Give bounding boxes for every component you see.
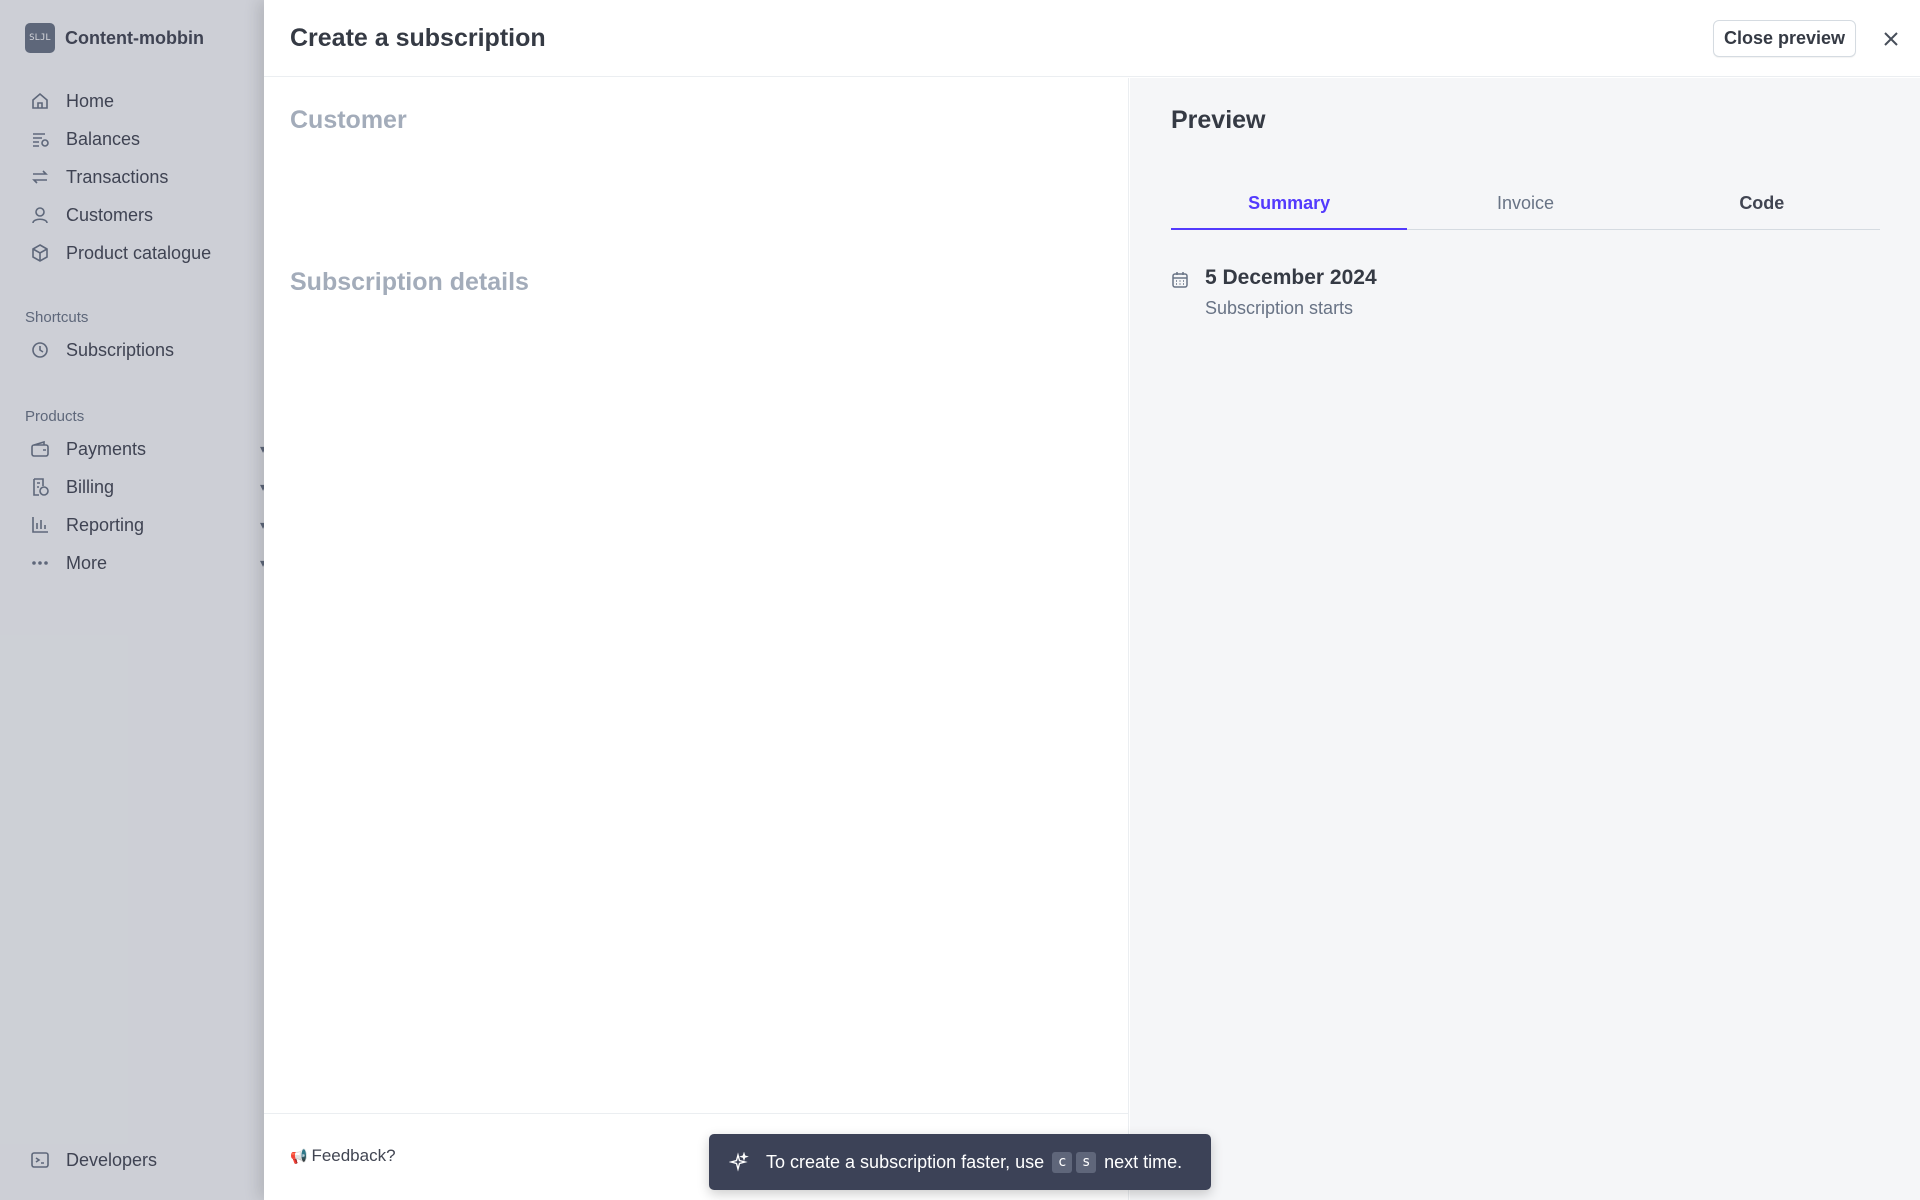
preview-title: Preview	[1171, 106, 1266, 134]
toast-text: To create a subscription faster, use	[766, 1151, 1045, 1172]
modal-header: Create a subscription Close preview	[264, 0, 1920, 77]
preview-tabs: Summary Invoice Code	[1171, 183, 1880, 230]
tab-summary[interactable]: Summary	[1171, 183, 1408, 230]
tab-code[interactable]: Code	[1644, 183, 1880, 229]
close-modal-button[interactable]	[1876, 24, 1906, 54]
close-icon	[1884, 32, 1898, 46]
sparkle-icon	[728, 1151, 749, 1172]
keyboard-key: c	[1052, 1151, 1073, 1173]
calendar-icon	[1171, 271, 1191, 291]
feedback-link[interactable]: 📢 Feedback?	[290, 1146, 396, 1166]
summary-start-date: 5 December 2024 Subscription starts	[1171, 266, 1377, 319]
tab-invoice[interactable]: Invoice	[1407, 183, 1643, 229]
megaphone-icon: 📢	[290, 1147, 308, 1164]
modal-title: Create a subscription	[290, 23, 546, 52]
create-subscription-modal: Create a subscription Close preview Cust…	[264, 0, 1920, 1200]
customer-heading: Customer	[290, 106, 407, 134]
close-preview-button[interactable]: Close preview	[1713, 20, 1856, 57]
summary-date: 5 December 2024	[1205, 266, 1377, 289]
subscription-form: Customer Subscription details	[264, 78, 1129, 1113]
summary-subtitle: Subscription starts	[1205, 298, 1354, 318]
preview-panel: Preview Summary Invoice Code 5 December …	[1130, 78, 1920, 1200]
feedback-label: Feedback?	[311, 1146, 396, 1165]
shortcut-toast: To create a subscription faster, use c s…	[709, 1134, 1211, 1190]
keyboard-key: s	[1076, 1151, 1097, 1173]
subscription-details-heading: Subscription details	[290, 268, 529, 296]
toast-text-after: next time.	[1104, 1151, 1183, 1172]
